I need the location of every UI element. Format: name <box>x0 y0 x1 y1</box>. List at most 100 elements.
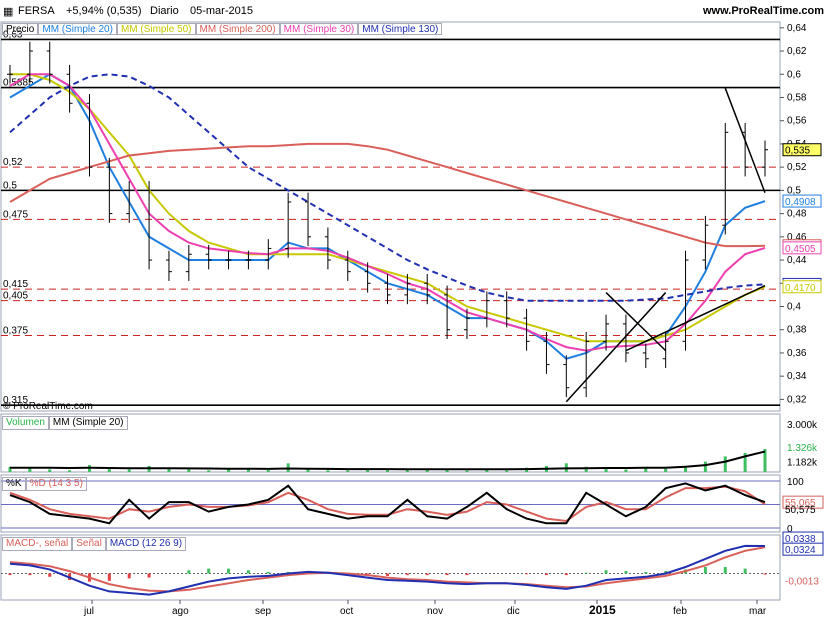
legend-macd-line: MACD (12 26 9) <box>105 537 187 551</box>
price-axis-label: 0,4 <box>787 301 801 312</box>
volume-bar <box>266 469 270 472</box>
volume-ma-line <box>10 450 766 471</box>
volume-bar <box>207 470 211 472</box>
x-axis-label: nov <box>427 606 443 617</box>
trendline-top <box>724 87 766 193</box>
volume-bar <box>187 469 191 472</box>
macd-hist-bar <box>187 570 191 574</box>
price-axis-label: 0,34 <box>787 371 807 382</box>
macd-signal-tag: 0,0324 <box>785 545 816 556</box>
volume-bar <box>723 456 727 472</box>
macd-hist-bar <box>147 573 151 578</box>
x-axis-label: ago <box>172 606 189 617</box>
series-line-mm-simple-20- <box>9 73 766 360</box>
price-level-label: 0,375 <box>3 326 28 337</box>
macd-signal-line <box>9 546 766 593</box>
volume-axis-label: 3.000k <box>787 420 818 431</box>
volume-bar <box>326 470 330 472</box>
volume-ma-tag: 1.182k <box>787 458 818 469</box>
macd-hist-bar <box>8 573 12 576</box>
price-axis-label: 0,32 <box>787 394 807 405</box>
macd-hist-bar <box>703 567 707 574</box>
volume-bar <box>703 461 707 472</box>
x-axis-label: feb <box>673 606 687 617</box>
volume-bar <box>48 469 52 472</box>
macd-hist-bar <box>246 570 250 574</box>
volume-bar <box>227 469 231 472</box>
x-axis-label: sep <box>255 606 272 617</box>
legend-price: Precio <box>2 23 39 35</box>
price-value-tag-text: 0,535 <box>785 146 810 157</box>
x-axis-label: oct <box>340 606 354 617</box>
macd-hist-bar <box>544 573 548 576</box>
volume-bar <box>505 470 509 472</box>
volume-bar <box>306 469 310 472</box>
volume-legend: Volumen MM (Simple 20) <box>2 416 128 430</box>
price-axis-label: 0,62 <box>787 46 807 57</box>
price-axis-label: 0,48 <box>787 209 807 220</box>
series-line-mm-simple-130- <box>9 73 766 302</box>
price-level-label: 0,52 <box>3 157 23 168</box>
macd-hist-bar <box>723 567 727 574</box>
price-axis-label: 0,56 <box>787 116 807 127</box>
volume-bar <box>465 470 469 472</box>
series-line-mm-simple-30- <box>9 73 766 352</box>
macd-hist-bar <box>127 573 131 579</box>
stoch-legend: %K %D (14 3 5) <box>2 477 87 491</box>
macd-hist-bar <box>604 570 608 574</box>
legend-mm50: MM (Simple 50) <box>116 23 196 35</box>
macd-hist-bar <box>624 571 628 574</box>
macd-hist-bar <box>465 573 469 576</box>
price-axis-label: 0,36 <box>787 348 807 359</box>
x-axis-label: jul <box>83 606 94 617</box>
legend-stoch-d: %D (14 3 5) <box>25 477 87 491</box>
macd-hist-bar <box>28 573 32 576</box>
stoch-k-tag: 50,575 <box>785 505 816 516</box>
legend-mm30: MM (Simple 30) <box>279 23 359 35</box>
volume-bar <box>127 469 131 472</box>
legend-mm20: MM (Simple 20) <box>38 23 117 35</box>
macd-hist-bar <box>425 573 429 576</box>
price-level-label: 0,415 <box>3 279 28 290</box>
macd-hist-bar <box>207 568 211 574</box>
price-axis-label: 0,58 <box>787 92 807 103</box>
volume-bar <box>644 468 648 472</box>
stoch-axis-label: 100 <box>787 477 804 488</box>
x-axis-label: mar <box>749 606 767 617</box>
panel-frame-price <box>0 21 781 412</box>
macd-hist-bar <box>227 568 231 574</box>
price-level-label: 0,5 <box>3 180 17 191</box>
price-value-tag-text: 0,4505 <box>785 244 816 255</box>
volume-tag: 1.326k <box>787 443 818 454</box>
price-axis-label: 0,52 <box>787 162 807 173</box>
legend-mm130: MM (Simple 130) <box>358 23 443 35</box>
trendline-rising <box>625 284 766 352</box>
legend-mm200: MM (Simple 200) <box>195 23 280 35</box>
x-axis-label: dic <box>507 606 520 617</box>
chart-canvas[interactable]: 0,630,58850,520,50,4750,4150,4050,3750,3… <box>0 0 835 620</box>
copyright-label: © ProRealTime.com <box>3 401 93 412</box>
price-value-tag-text: 0,4170 <box>785 283 816 294</box>
macd-hist-bar <box>445 573 449 576</box>
legend-macd-signal: Señal <box>72 537 106 551</box>
volume-bar <box>405 469 409 472</box>
legend-macd-diff: MACD-, señal <box>2 537 73 551</box>
macd-hist-bar <box>564 573 568 576</box>
price-value-tag-text: 0,4908 <box>785 197 816 208</box>
macd-hist-bar <box>525 573 529 575</box>
price-axis-label: 0,44 <box>787 255 807 266</box>
series-line-mm-simple-200- <box>9 142 766 248</box>
macd-hist-bar <box>107 573 111 581</box>
stoch-k-line <box>9 482 766 525</box>
volume-bar <box>346 470 350 472</box>
macd-hist-bar <box>386 573 389 576</box>
price-axis-label: 0,6 <box>787 69 801 80</box>
macd-hist-bar <box>584 572 588 574</box>
macd-hist-bar <box>644 571 648 574</box>
volume-bar <box>624 469 628 472</box>
chart-window: ▦ FERSA +5,94% (0,535) Diario 05-mar-201… <box>0 0 835 620</box>
macd-hist-bar <box>405 573 409 576</box>
panel-frame-sto <box>0 474 781 533</box>
macd-hist-bar <box>48 573 52 577</box>
volume-bar <box>664 468 668 472</box>
